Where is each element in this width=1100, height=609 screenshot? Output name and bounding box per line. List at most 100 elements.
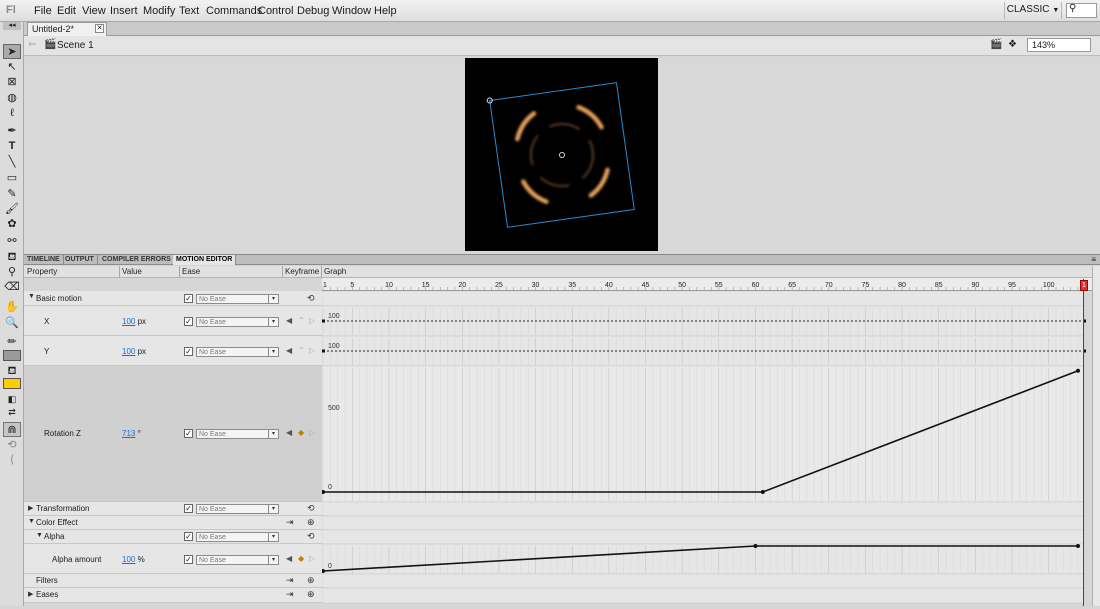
help-search-input[interactable]: ⚲ — [1066, 3, 1097, 18]
free-transform-tool-icon[interactable]: ⊠ — [3, 75, 21, 90]
snap-to-objects-icon[interactable]: ⋒ — [3, 422, 21, 437]
menu-debug[interactable]: Debug — [297, 5, 329, 17]
text-tool-icon[interactable]: T — [3, 139, 21, 154]
tab-compiler-errors[interactable]: COMPILER ERRORS — [99, 255, 175, 265]
vertical-scrollbar[interactable] — [1092, 266, 1100, 606]
property-value[interactable]: 100 px — [122, 347, 146, 356]
add-keyframe-icon[interactable]: ⌃ — [298, 316, 305, 325]
category-eases[interactable]: ▶ Eases ⇥ ⊕ — [24, 588, 322, 603]
property-value[interactable]: 100 px — [122, 317, 146, 326]
reset-values-icon[interactable]: ⟲ — [307, 503, 315, 514]
prev-keyframe-icon[interactable]: ◀ — [286, 554, 292, 563]
graph-row-alpha[interactable] — [321, 529, 1085, 545]
ease-enable-checkbox[interactable]: ✓ — [184, 429, 193, 438]
motion-graph[interactable]: 100 100 500 0 0 — [321, 290, 1092, 606]
keyframe-point[interactable] — [753, 544, 758, 548]
header-divider[interactable] — [321, 266, 322, 278]
collapse-triangle-icon[interactable]: ▼ — [36, 532, 43, 539]
value-scrubber[interactable]: 713 — [122, 429, 135, 438]
stroke-color-icon[interactable]: ✏ — [3, 335, 21, 350]
graph-row-filters[interactable] — [321, 573, 1085, 589]
category-alpha[interactable]: ▼ Alpha ✓ No Ease ▾ ⟲ — [24, 530, 322, 544]
ease-enable-checkbox[interactable]: ✓ — [184, 294, 193, 303]
playhead-handle[interactable]: 1 — [1080, 280, 1088, 291]
property-value[interactable]: 100 % — [122, 555, 145, 564]
menu-modify[interactable]: Modify — [143, 5, 175, 17]
ease-select[interactable]: No Ease ▾ — [196, 429, 279, 439]
ease-enable-checkbox[interactable]: ✓ — [184, 532, 193, 541]
category-transformation[interactable]: ▶ Transformation ✓ No Ease ▾ ⟲ — [24, 502, 322, 516]
menu-help[interactable]: Help — [374, 5, 397, 17]
playhead[interactable] — [1083, 279, 1084, 606]
menu-insert[interactable]: Insert — [110, 5, 138, 17]
straighten-icon[interactable]: ⟨ — [3, 453, 21, 468]
keyframe-point[interactable] — [1075, 368, 1080, 373]
graph-row-eases[interactable] — [321, 587, 1085, 604]
brush-tool-icon[interactable]: 🖌 — [3, 202, 21, 217]
back-arrow-icon[interactable]: ⇐ — [28, 39, 36, 50]
keyframe-point[interactable] — [1075, 544, 1080, 548]
property-row-y[interactable]: Y 100 px ✓ No Ease ▾ ◀ ⌃ ▷ — [24, 336, 322, 366]
line-tool-icon[interactable]: ╲ — [3, 155, 21, 170]
close-icon[interactable]: ✕ — [95, 24, 104, 33]
menu-control[interactable]: Control — [258, 5, 293, 17]
graph-row-rotation-z[interactable] — [321, 365, 1085, 503]
zoom-select[interactable]: 143% — [1027, 38, 1091, 52]
property-row-x[interactable]: X 100 px ✓ No Ease ▾ ◀ ⌃ ▷ — [24, 306, 322, 336]
paint-bucket-tool-icon[interactable]: ⛾ — [3, 250, 21, 265]
eraser-tool-icon[interactable]: ⌫ — [3, 280, 21, 295]
header-divider[interactable] — [179, 266, 180, 278]
tab-timeline[interactable]: TIMELINE — [24, 255, 64, 265]
edit-scene-icon[interactable]: 🎬 — [990, 39, 1002, 50]
category-color-effect[interactable]: ▼ Color Effect ⇥ ⊕ — [24, 516, 322, 530]
property-row-rotation-z[interactable]: Rotation Z 713 ° ✓ No Ease ▾ ◀ ◆ ▷ — [24, 366, 322, 502]
expand-triangle-icon[interactable]: ▶ — [28, 504, 33, 512]
header-divider[interactable] — [282, 266, 283, 278]
remove-ease-icon[interactable]: ⇥ — [286, 589, 294, 600]
menu-text[interactable]: Text — [179, 5, 199, 17]
edit-symbols-icon[interactable]: ❖ — [1008, 39, 1017, 50]
remove-effect-icon[interactable]: ⇥ — [286, 517, 294, 528]
next-keyframe-icon[interactable]: ▷ — [309, 428, 315, 437]
prev-keyframe-icon[interactable]: ◀ — [286, 428, 292, 437]
3d-rotation-tool-icon[interactable]: ◍ — [3, 91, 21, 106]
ease-select[interactable]: No Ease ▾ — [196, 294, 279, 304]
prev-keyframe-icon[interactable]: ◀ — [286, 346, 292, 355]
menu-edit[interactable]: Edit — [57, 5, 76, 17]
collapse-arrows-icon[interactable]: ◂◂ — [3, 22, 21, 30]
tab-output[interactable]: OUTPUT — [62, 255, 98, 265]
collapse-triangle-icon[interactable]: ▼ — [28, 518, 35, 525]
next-keyframe-icon[interactable]: ▷ — [309, 316, 315, 325]
rectangle-tool-icon[interactable]: ▭ — [3, 171, 21, 186]
header-divider[interactable] — [119, 266, 120, 278]
add-ease-icon[interactable]: ⊕ — [307, 589, 315, 600]
fill-color-icon[interactable]: ⛾ — [3, 364, 21, 379]
selection-bounding-box[interactable] — [489, 82, 635, 228]
add-filter-icon[interactable]: ⊕ — [307, 575, 315, 586]
category-filters[interactable]: Filters ⇥ ⊕ — [24, 574, 322, 588]
keyframe-point[interactable] — [760, 490, 765, 494]
graph-row-transformation[interactable] — [321, 501, 1085, 517]
ease-enable-checkbox[interactable]: ✓ — [184, 555, 193, 564]
ease-enable-checkbox[interactable]: ✓ — [184, 504, 193, 513]
ease-enable-checkbox[interactable]: ✓ — [184, 347, 193, 356]
add-effect-icon[interactable]: ⊕ — [307, 517, 315, 528]
add-keyframe-icon[interactable]: ⌃ — [298, 346, 305, 355]
menu-window[interactable]: Window — [332, 5, 371, 17]
keyframe-point[interactable] — [322, 349, 325, 353]
fill-color-swatch[interactable] — [3, 378, 21, 389]
panel-menu-icon[interactable]: ≡ — [1091, 255, 1096, 265]
menu-commands[interactable]: Commands — [206, 5, 262, 17]
graph-row-color-effect[interactable] — [321, 515, 1085, 531]
stroke-color-swatch[interactable] — [3, 350, 21, 361]
ease-select[interactable]: No Ease ▾ — [196, 347, 279, 357]
ease-select[interactable]: No Ease ▾ — [196, 317, 279, 327]
deco-tool-icon[interactable]: ✿ — [3, 217, 21, 232]
transform-point[interactable] — [559, 152, 565, 158]
swap-colors-icon[interactable]: ⇄ — [3, 405, 21, 420]
keyframe-diamond-icon[interactable]: ◆ — [298, 428, 304, 437]
next-keyframe-icon[interactable]: ▷ — [309, 346, 315, 355]
graph-area[interactable]: 100 100 500 0 0 — [321, 290, 1092, 606]
graph-row-basic-motion[interactable] — [321, 290, 1085, 307]
category-basic-motion[interactable]: ▼ Basic motion ✓ No Ease ▾ ⟲ — [24, 291, 322, 306]
